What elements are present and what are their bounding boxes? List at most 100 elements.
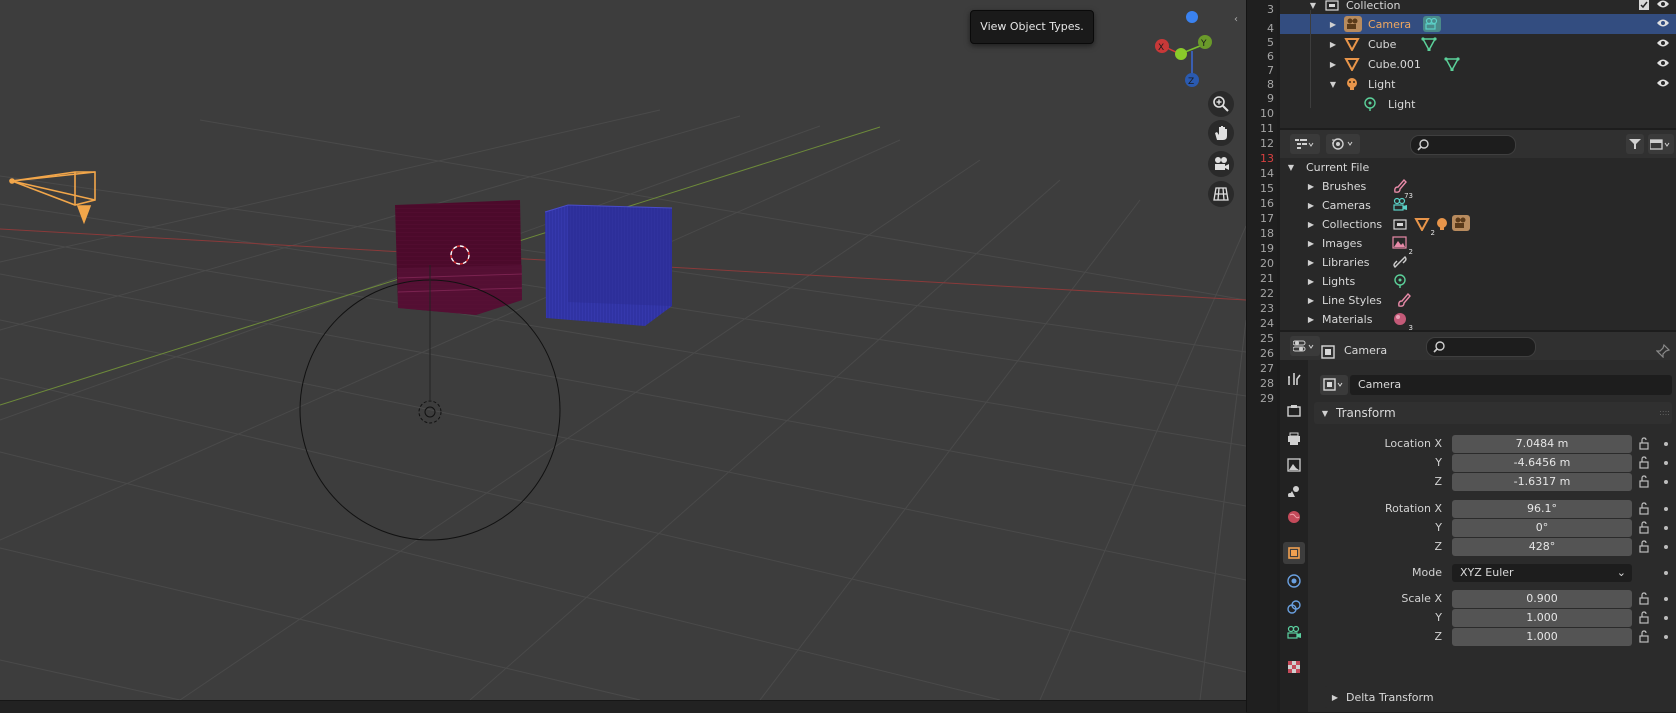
outliner-row-camera[interactable]: ▶ Camera	[1280, 14, 1676, 34]
lock-icon[interactable]	[1638, 437, 1652, 451]
blend-file-search-input[interactable]	[1410, 135, 1516, 155]
eye-icon[interactable]	[1656, 37, 1670, 49]
expand-arrow-icon[interactable]: ▼	[1308, 1, 1318, 10]
pan-button[interactable]	[1208, 120, 1234, 146]
scale-y-field[interactable]: 1.000	[1452, 609, 1632, 627]
expand-arrow-icon[interactable]: ▶	[1306, 296, 1316, 305]
scale-z-field[interactable]: 1.000	[1452, 628, 1632, 646]
material-icon: 3	[1392, 312, 1413, 330]
expand-arrow-icon[interactable]: ▶	[1306, 277, 1316, 286]
eye-icon[interactable]	[1656, 77, 1670, 89]
expand-arrow-icon[interactable]: ▶	[1328, 20, 1338, 29]
lock-icon[interactable]	[1638, 521, 1652, 535]
keyframe-dot[interactable]	[1664, 442, 1668, 446]
line-number: 29	[1260, 392, 1274, 405]
lock-icon[interactable]	[1638, 630, 1652, 644]
mesh-data-icon[interactable]	[1444, 57, 1460, 71]
keyframe-dot[interactable]	[1664, 507, 1668, 511]
outliner-row-collection[interactable]: ▼ Collection	[1280, 0, 1676, 15]
expand-arrow-icon[interactable]: ▶	[1328, 60, 1338, 69]
expand-arrow-icon[interactable]: ▶	[1306, 239, 1316, 248]
outliner-row-light[interactable]: ▼ Light	[1280, 74, 1676, 94]
eye-icon[interactable]	[1656, 0, 1670, 10]
delta-transform-panel-header[interactable]: ▶ Delta Transform	[1324, 686, 1676, 708]
expand-arrow-icon[interactable]: ▶	[1306, 315, 1316, 324]
camera-view-button[interactable]	[1208, 151, 1234, 177]
camera-data-icon[interactable]	[1423, 16, 1441, 32]
rotation-mode-dropdown[interactable]: XYZ Euler ⌄	[1452, 564, 1632, 582]
filter-button[interactable]	[1626, 134, 1644, 154]
lock-icon[interactable]	[1638, 502, 1652, 516]
expand-arrow-icon[interactable]: ▶	[1306, 182, 1316, 191]
keyframe-dot[interactable]	[1664, 480, 1668, 484]
object-name-input[interactable]: Camera	[1350, 375, 1672, 395]
keyframe-dot[interactable]	[1664, 635, 1668, 639]
blend-row-line-styles[interactable]: ▶ Line Styles	[1280, 290, 1676, 310]
expand-arrow-icon[interactable]: ▶	[1306, 201, 1316, 210]
eye-icon[interactable]	[1656, 17, 1670, 29]
checkbox-icon[interactable]	[1638, 0, 1650, 11]
eye-icon[interactable]	[1656, 57, 1670, 69]
mesh-data-icon[interactable]	[1421, 37, 1437, 51]
lock-icon[interactable]	[1638, 611, 1652, 625]
drag-handle-icon[interactable]: ::::	[1659, 408, 1670, 417]
outliner-item-label: Cube.001	[1368, 57, 1421, 71]
editor-type-button[interactable]	[1290, 336, 1320, 356]
object-type-dropdown[interactable]	[1320, 375, 1348, 395]
expand-arrow-icon[interactable]: ▶	[1328, 40, 1338, 49]
keyframe-dot[interactable]	[1664, 616, 1668, 620]
outliner-row-light-data[interactable]: Light	[1280, 94, 1676, 114]
lock-icon[interactable]	[1638, 592, 1652, 606]
location-y-field[interactable]: -4.6456 m	[1452, 454, 1632, 472]
options-button[interactable]	[1648, 134, 1674, 154]
blend-file-view[interactable]: ▼ Current File ▶ Brushes 73 ▶ Cameras ▶ …	[1280, 130, 1676, 330]
viewport-canvas[interactable]: Y X Z	[0, 0, 1246, 700]
properties-search-input[interactable]	[1426, 337, 1536, 357]
sidebar-toggle-icon[interactable]: ‹	[1234, 14, 1238, 25]
properties-editor[interactable]: Camera Camera ▼ Transform :::: Location …	[1280, 332, 1676, 712]
expand-arrow-icon[interactable]: ▼	[1328, 80, 1338, 89]
keyframe-dot[interactable]	[1664, 571, 1668, 575]
pin-icon[interactable]	[1656, 344, 1670, 358]
rotation-x-field[interactable]: 96.1°	[1452, 500, 1632, 518]
ortho-toggle-button[interactable]	[1208, 181, 1234, 207]
keyframe-dot[interactable]	[1664, 461, 1668, 465]
tab-render[interactable]	[1283, 400, 1305, 422]
keyframe-dot[interactable]	[1664, 526, 1668, 530]
outliner-row-cube-001[interactable]: ▶ Cube.001	[1280, 54, 1676, 74]
blend-row-images[interactable]: ▶ Images 2	[1280, 233, 1676, 256]
blend-row-lights[interactable]: ▶ Lights	[1280, 271, 1676, 291]
keyframe-dot[interactable]	[1664, 597, 1668, 601]
editor-type-button[interactable]	[1290, 134, 1320, 154]
blend-row-materials[interactable]: ▶ Materials 3	[1280, 309, 1676, 331]
outliner-row-cube[interactable]: ▶ Cube	[1280, 34, 1676, 54]
lock-icon[interactable]	[1638, 540, 1652, 554]
line-number: 18	[1260, 227, 1274, 240]
line-number: 9	[1267, 92, 1274, 105]
transform-panel-header[interactable]: ▼ Transform ::::	[1314, 402, 1672, 424]
zoom-button[interactable]	[1208, 91, 1234, 117]
expand-arrow-icon[interactable]: ▶	[1306, 220, 1316, 229]
rotation-y-field[interactable]: 0°	[1452, 519, 1632, 537]
expand-arrow-icon[interactable]: ▼	[1286, 163, 1296, 172]
blend-row-current-file[interactable]: ▼ Current File	[1280, 157, 1676, 177]
lock-icon[interactable]	[1638, 475, 1652, 489]
blend-row-brushes[interactable]: ▶ Brushes 73	[1280, 176, 1676, 200]
blend-row-cameras[interactable]: ▶ Cameras	[1280, 195, 1676, 215]
location-z-field[interactable]: -1.6317 m	[1452, 473, 1632, 491]
scale-x-field[interactable]: 0.900	[1452, 590, 1632, 608]
keyframe-dot[interactable]	[1664, 545, 1668, 549]
scale-z-label: Z	[1434, 630, 1442, 643]
tab-texture[interactable]	[1283, 656, 1305, 678]
outliner-panel[interactable]: ▼ Collection ▶ Camera ▶ Cube ▶ Cube.001	[1280, 0, 1676, 128]
tab-tool[interactable]	[1283, 368, 1305, 390]
expand-arrow-icon[interactable]: ▶	[1306, 258, 1316, 267]
rotation-z-field[interactable]: 428°	[1452, 538, 1632, 556]
3d-viewport[interactable]: Y X Z View Object Types. ‹	[0, 0, 1246, 700]
lock-icon[interactable]	[1638, 456, 1652, 470]
location-x-field[interactable]: 7.0484 m	[1452, 435, 1632, 453]
text-editor-line-numbers[interactable]: 3 4 5 6 7 8 9 10 11 12 13 14 15 16 17 18…	[1246, 0, 1277, 712]
display-mode-button[interactable]	[1326, 134, 1360, 154]
blend-row-collections[interactable]: ▶ Collections 2	[1280, 214, 1676, 237]
blend-row-libraries[interactable]: ▶ Libraries	[1280, 252, 1676, 272]
